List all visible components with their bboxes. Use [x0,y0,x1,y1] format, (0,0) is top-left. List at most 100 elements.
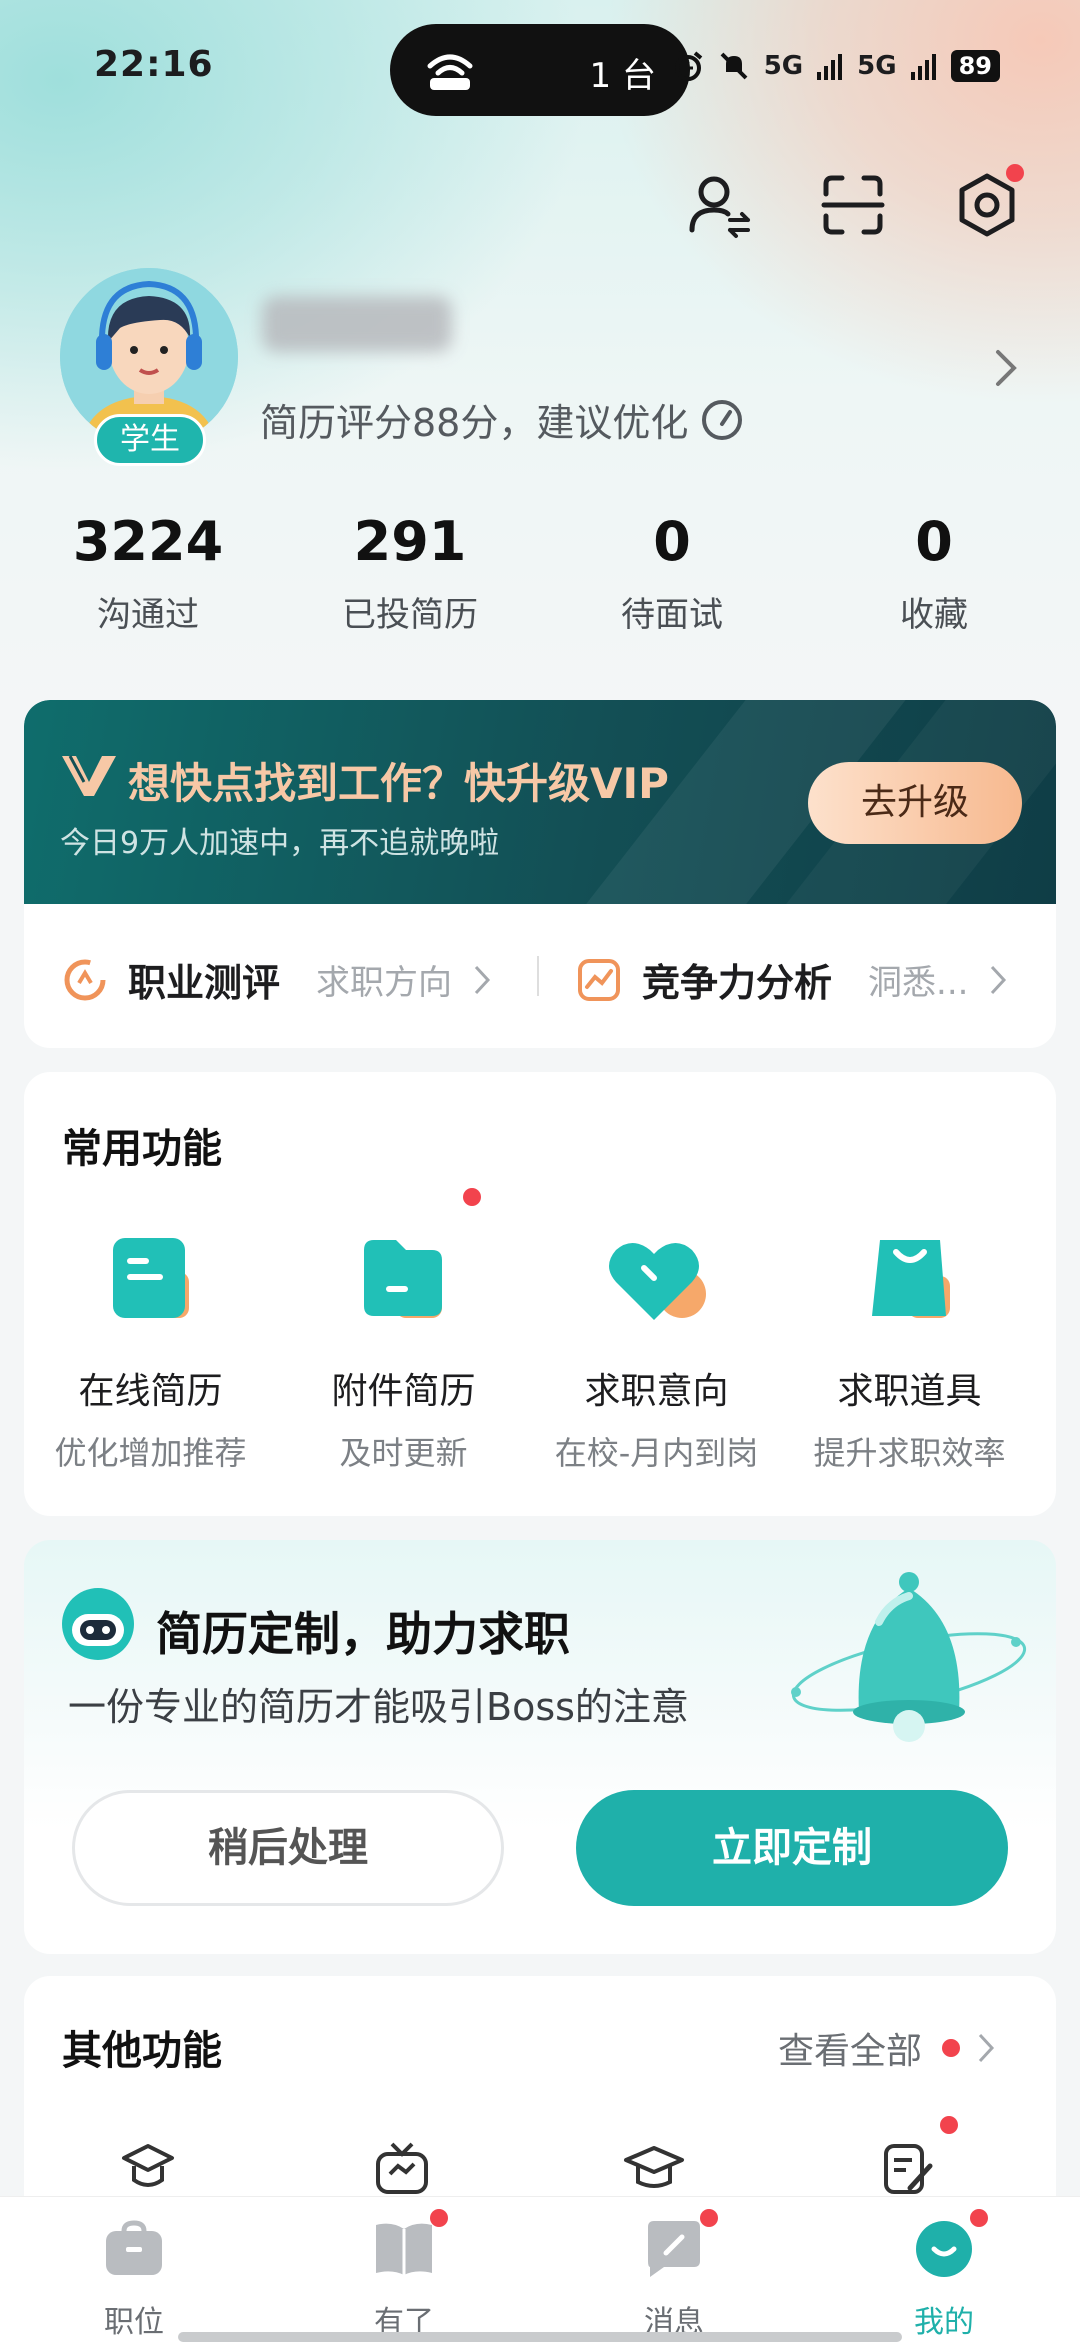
stats-row: 3224 沟通过 291 已投简历 0 待面试 0 收藏 [0,510,1080,636]
nav-youle-dot [430,2209,448,2227]
hotspot-icon [427,54,473,90]
online-resume[interactable]: 在线简历 优化增加推荐 [24,1232,277,1474]
career-assessment[interactable]: 职业测评 求职方向 [62,952,492,1007]
stat-interview[interactable]: 0 待面试 [541,510,803,636]
resume-score-text: 简历评分88分，建议优化 [260,401,689,445]
status-icons: 5G 5G 89 [672,50,1000,82]
func-name: 求职道具 [837,1371,982,1412]
attachment-notification-dot [463,1188,481,1206]
vip-subtitle: 今日9万人加速中，再不追就晚啦 [60,826,500,861]
later-button[interactable]: 稍后处理 [72,1790,504,1906]
scan-icon[interactable] [818,170,888,240]
func-desc: 在校-月内到岗 [554,1434,759,1472]
nav-messages[interactable]: 消息 [584,2209,764,2341]
stat-value: 291 [353,510,467,573]
signal-5g-2: 5G [857,51,897,81]
profile-smile-icon [916,2221,972,2277]
competitiveness-analysis[interactable]: 竞争力分析 洞悉... [576,952,1008,1007]
job-intention[interactable]: 求职意向 在校-月内到岗 [530,1232,783,1474]
nav-jobs[interactable]: 职位 [44,2217,224,2341]
view-all-notification-dot [942,2039,960,2057]
folder-icon [363,1240,442,1318]
nav-me[interactable]: 我的 [854,2209,1034,2341]
gauge-icon [702,399,743,440]
chat-bubble-icon [648,2221,700,2277]
vip-title: 想快点找到工作？快升级VIP [128,759,669,808]
profile-chevron-icon[interactable] [990,346,1022,390]
robot-icon [62,1588,134,1660]
competitiveness-title: 竞争力分析 [642,961,833,1005]
resume-custom-title: 简历定制，助力求职 [156,1607,570,1661]
resume-custom-subtitle: 一份专业的简历才能吸引Boss的注意 [68,1685,689,1729]
func-desc: 提升求职效率 [813,1434,1006,1472]
mute-bell-icon [720,52,748,80]
switch-identity-icon[interactable] [684,170,754,240]
bottom-navigation: 职位 有了 消息 我的 [0,2196,1080,2344]
func-name: 求职意向 [584,1371,729,1412]
stat-value: 3224 [72,510,224,573]
career-assessment-title: 职业测评 [128,961,281,1005]
home-indicator[interactable] [178,2332,902,2342]
common-functions-card: 常用功能 在线简历 优化增加推荐 附件简历 及时更新 求职意向 在校-月内到岗 … [24,1072,1056,1516]
graduate-icon[interactable] [116,2136,180,2200]
func-name: 在线简历 [78,1371,223,1412]
signal-bars-icon [910,54,936,80]
battery-level: 89 [950,50,1000,82]
stat-favorites[interactable]: 0 收藏 [803,510,1065,636]
common-functions-title: 常用功能 [62,1126,222,1172]
student-badge: 学生 [94,414,206,466]
resume-custom-card: 简历定制，助力求职 一份专业的简历才能吸引Boss的注意 稍后处理 立即定制 [24,1540,1056,1954]
settings-notification-dot [1006,164,1024,182]
clock: 22:16 [94,44,214,85]
view-all-label: 查看全部 [777,2031,922,2072]
nav-me-dot [970,2209,988,2227]
chevron-right-icon [474,965,491,994]
view-all-link[interactable]: 查看全部 [778,2022,996,2074]
stat-communicated[interactable]: 3224 沟通过 [17,510,279,636]
online-resume-icon [112,1238,189,1318]
stat-value: 0 [915,510,953,573]
divider [537,956,539,996]
other-functions-title: 其他功能 [62,2028,222,2074]
stat-label: 已投简历 [342,595,478,635]
resume-score[interactable]: 简历评分88分，建议优化 [260,392,744,447]
tv-icon[interactable] [370,2136,434,2200]
career-assessment-icon [64,959,106,1000]
other-notification-dot [940,2116,958,2134]
book-icon [376,2223,432,2275]
alarm-icon [673,51,702,81]
vip-banner[interactable]: 想快点找到工作？快升级VIP 今日9万人加速中，再不追就晚啦 去升级 [24,700,1056,904]
stat-applied[interactable]: 291 已投简历 [279,510,541,636]
stat-label: 收藏 [900,595,968,635]
nav-youle[interactable]: 有了 [314,2209,494,2341]
nav-messages-dot [700,2209,718,2227]
func-name: 附件简历 [331,1371,476,1412]
func-desc: 优化增加推荐 [54,1434,247,1472]
career-assessment-desc: 求职方向 [316,963,453,1003]
signal-bars-icon [817,54,843,80]
attachment-resume[interactable]: 附件简历 及时更新 [277,1188,530,1474]
edit-document-icon[interactable] [876,2136,940,2200]
func-desc: 及时更新 [339,1434,468,1472]
shopping-bag-icon [871,1240,950,1318]
school-cap-icon[interactable] [622,2136,686,2200]
trend-chart-icon [578,958,620,1001]
status-bar: 22:16 1 台 5G 5G 89 [0,0,1080,140]
bell-illustration-icon [791,1572,1027,1742]
chevron-right-icon [991,965,1007,994]
vip-logo-icon [62,755,116,796]
stat-label: 沟通过 [97,595,199,635]
heart-icon [608,1243,706,1320]
competitiveness-desc: 洞悉... [868,963,969,1003]
island-text: 1 台 [589,56,656,96]
username-blurred [262,296,452,352]
stat-label: 待面试 [621,595,723,635]
vip-card: 想快点找到工作？快升级VIP 今日9万人加速中，再不追就晚啦 去升级 职业测评 … [24,700,1056,1048]
customize-now-button[interactable]: 立即定制 [576,1790,1008,1906]
job-tools[interactable]: 求职道具 提升求职效率 [783,1232,1036,1474]
common-functions-grid: 在线简历 优化增加推荐 附件简历 及时更新 求职意向 在校-月内到岗 求职道具 … [24,1188,1056,1474]
upgrade-button[interactable]: 去升级 [808,762,1022,844]
chevron-right-icon [978,2033,995,2063]
dynamic-island[interactable]: 1 台 [390,24,690,116]
stat-value: 0 [653,510,691,573]
